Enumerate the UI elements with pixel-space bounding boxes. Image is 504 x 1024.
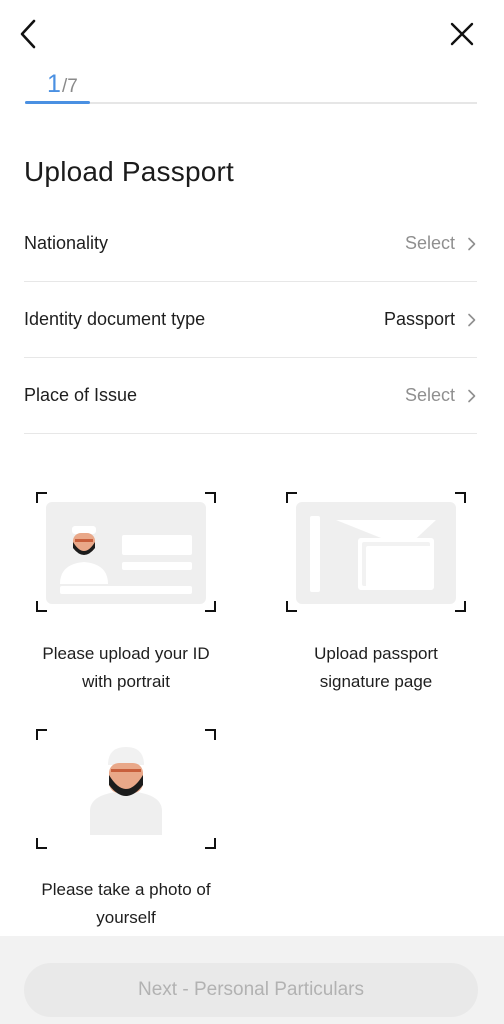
chevron-left-icon	[20, 19, 36, 49]
progress-track	[25, 102, 477, 104]
frame-corner	[455, 601, 466, 612]
close-button[interactable]	[442, 14, 482, 54]
progress-stepper: 1 /7	[25, 68, 477, 108]
take-selfie-caption: Please take a photo of yourself	[16, 876, 236, 932]
top-bar	[0, 0, 504, 70]
frame-corner	[205, 838, 216, 849]
chevron-right-icon	[468, 313, 476, 326]
nationality-value: Select	[404, 233, 455, 253]
place-of-issue-row[interactable]: Place of Issue Select	[24, 358, 477, 434]
upload-passport-caption-line2: signature page	[319, 672, 433, 691]
back-button[interactable]	[8, 14, 48, 54]
take-selfie-caption-line2: yourself	[96, 908, 156, 927]
close-icon	[450, 22, 474, 46]
upload-id-caption-line2: with portrait	[82, 672, 170, 691]
upload-id-caption-line1: Please upload your ID	[42, 644, 210, 663]
upload-passport-signature-tile[interactable]	[286, 492, 466, 612]
upload-id-tile[interactable]	[36, 492, 216, 612]
frame-corner	[205, 729, 216, 740]
frame-corner	[455, 492, 466, 503]
chevron-right-icon	[468, 237, 476, 250]
progress-fill	[25, 101, 90, 104]
id-card-icon	[46, 502, 206, 604]
place-of-issue-label: Place of Issue	[24, 385, 138, 405]
next-personal-particulars-button[interactable]: Next - Personal Particulars	[24, 963, 478, 1017]
take-selfie-caption-line1: Please take a photo of	[41, 880, 211, 899]
frame-corner	[205, 601, 216, 612]
take-selfie-tile[interactable]	[36, 729, 216, 849]
place-of-issue-value: Select	[404, 385, 455, 405]
chevron-right-icon	[468, 389, 476, 402]
page-title: Upload Passport	[24, 156, 235, 187]
upload-passport-caption-line1: Upload passport	[314, 644, 438, 663]
frame-corner	[205, 492, 216, 503]
nationality-row[interactable]: Nationality Select	[24, 206, 477, 282]
upload-passport-caption: Upload passport signature page	[266, 640, 486, 696]
document-type-value: Passport	[383, 309, 455, 329]
nationality-label: Nationality	[24, 233, 109, 253]
total-steps: /7	[62, 76, 78, 97]
frame-corner	[36, 729, 47, 740]
document-type-row[interactable]: Identity document type Passport	[24, 282, 477, 358]
current-step: 1	[47, 70, 61, 98]
frame-corner	[36, 838, 47, 849]
document-type-label: Identity document type	[24, 309, 206, 329]
selfie-icon	[90, 747, 162, 835]
passport-icon	[296, 502, 456, 604]
upload-id-caption: Please upload your ID with portrait	[16, 640, 236, 696]
